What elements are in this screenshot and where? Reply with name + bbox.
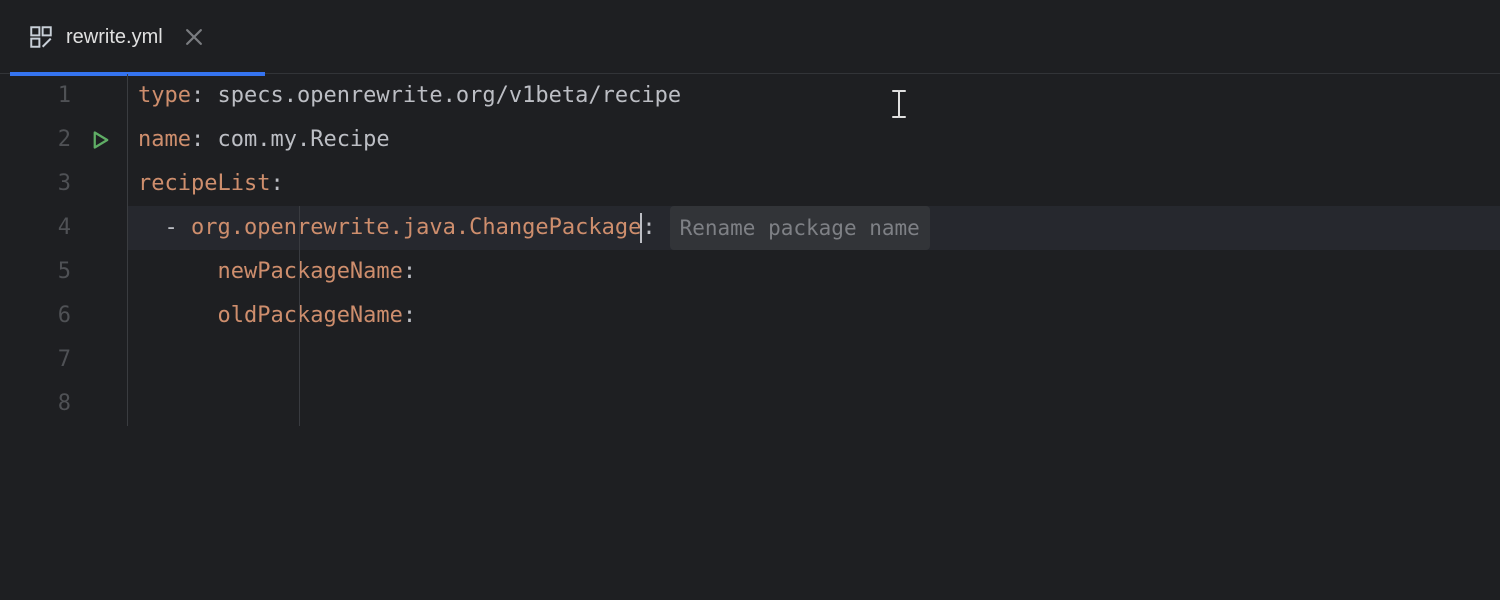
inline-hint: Rename package name	[670, 206, 930, 250]
indent-guide	[299, 206, 300, 426]
tab-rewrite-yml[interactable]: rewrite.yml	[0, 0, 223, 73]
yaml-key: type	[138, 74, 191, 118]
yaml-value: com.my.Recipe	[217, 118, 389, 162]
gutter: 1 2 3 4 5 6 7 8	[0, 74, 128, 426]
code-line-active[interactable]: - org.openrewrite.java.ChangePackage:Ren…	[128, 206, 1500, 250]
line-number: 7	[58, 338, 71, 382]
yaml-key: newPackageName	[217, 250, 402, 294]
yaml-key: recipeList	[138, 162, 270, 206]
line-number: 2	[58, 118, 71, 162]
yaml-value: org.openrewrite.java.ChangePackage	[191, 206, 641, 250]
line-number: 8	[58, 382, 71, 426]
run-icon[interactable]	[91, 130, 111, 150]
code-line[interactable]	[128, 338, 1500, 382]
gutter-line[interactable]: 1	[0, 74, 127, 118]
code-area[interactable]: type: specs.openrewrite.org/v1beta/recip…	[128, 74, 1500, 426]
code-line[interactable]: name: com.my.Recipe	[128, 118, 1500, 162]
code-line[interactable]: newPackageName:	[128, 250, 1500, 294]
gutter-line[interactable]: 4	[0, 206, 127, 250]
line-number: 5	[58, 250, 71, 294]
indent	[138, 250, 217, 294]
tab-bar: rewrite.yml	[0, 0, 1500, 74]
text-cursor-icon	[892, 88, 906, 132]
yaml-file-icon	[28, 24, 54, 50]
code-line[interactable]: oldPackageName:	[128, 294, 1500, 338]
gutter-line[interactable]: 7	[0, 338, 127, 382]
yaml-value: specs.openrewrite.org/v1beta/recipe	[217, 74, 681, 118]
code-line[interactable]: recipeList:	[128, 162, 1500, 206]
gutter-line[interactable]: 8	[0, 382, 127, 426]
yaml-key: oldPackageName	[217, 294, 402, 338]
line-number: 6	[58, 294, 71, 338]
line-number: 1	[58, 74, 71, 118]
line-number: 4	[58, 206, 71, 250]
gutter-line[interactable]: 3	[0, 162, 127, 206]
gutter-line[interactable]: 5	[0, 250, 127, 294]
line-number: 3	[58, 162, 71, 206]
gutter-line[interactable]: 6	[0, 294, 127, 338]
editor[interactable]: 1 2 3 4 5 6 7 8 type: specs.openrewrite.…	[0, 74, 1500, 426]
code-line[interactable]	[128, 382, 1500, 426]
indent	[138, 206, 165, 250]
code-line[interactable]: type: specs.openrewrite.org/v1beta/recip…	[128, 74, 1500, 118]
indent	[138, 294, 217, 338]
yaml-key: name	[138, 118, 191, 162]
close-icon[interactable]	[183, 26, 205, 48]
tab-title: rewrite.yml	[66, 15, 163, 59]
gutter-line[interactable]: 2	[0, 118, 127, 162]
